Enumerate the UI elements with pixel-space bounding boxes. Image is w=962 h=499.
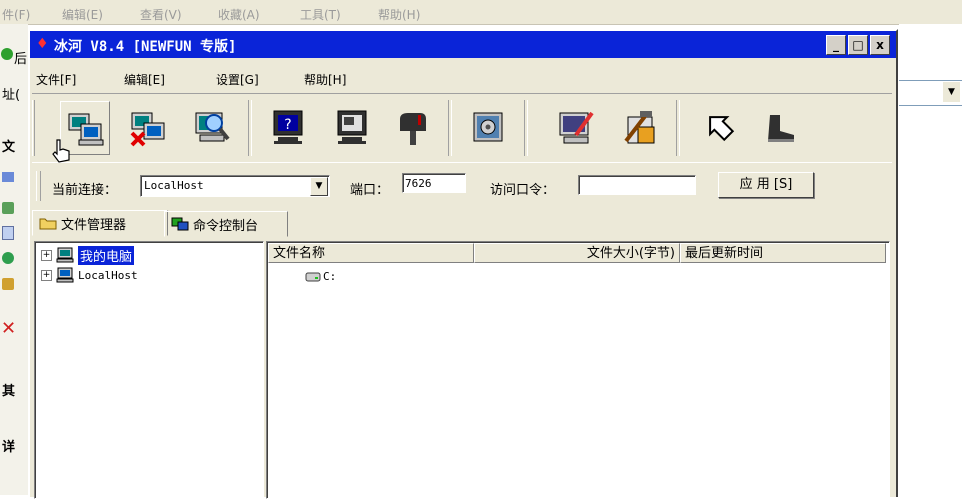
bg-fragment: 址( <box>2 88 21 103</box>
tab-command-console[interactable]: 命令控制台 <box>164 211 288 237</box>
exit-button[interactable] <box>756 101 804 153</box>
bg-delete-icon: ✕ <box>1 318 17 339</box>
port-label: 端口： <box>350 183 390 198</box>
bg-fragment: 其 <box>2 384 16 399</box>
menu-file[interactable]: 文件[F] <box>36 71 76 88</box>
toolbar-separator <box>676 100 680 156</box>
mailbox-button[interactable] <box>388 101 436 153</box>
current-connection-combo[interactable]: LocalHost ▼ <box>140 175 330 197</box>
current-connection-label: 当前连接： <box>52 183 118 198</box>
capture-screen-button[interactable]: ? <box>264 101 312 153</box>
current-connection-value: LocalHost <box>144 179 204 192</box>
delete-host-button[interactable] <box>124 101 172 153</box>
connection-bar: 当前连接： LocalHost ▼ 端口： 访问口令： 应 用 [S] <box>32 167 892 205</box>
configure-server-button[interactable] <box>616 101 664 153</box>
expand-icon[interactable]: + <box>41 269 52 281</box>
bg-fragment: 文 <box>2 140 16 155</box>
bg-menu-tools: 工具(T) <box>300 8 341 22</box>
tab-file-manager[interactable]: 文件管理器 <box>32 210 168 236</box>
back-button[interactable] <box>696 101 744 153</box>
bg-menu-file: 件(F) <box>2 8 31 22</box>
chevron-down-icon[interactable]: ▼ <box>943 82 960 102</box>
column-header-modified[interactable]: 最后更新时间 <box>680 243 886 263</box>
tree-node-label: 我的电脑 <box>78 245 135 265</box>
control-screen-icon <box>337 110 367 144</box>
expand-icon[interactable]: + <box>41 249 52 261</box>
host-tree: + 我的电脑 + LocalHost <box>34 241 264 499</box>
exit-boot-icon <box>768 115 794 142</box>
bg-task-icon <box>2 278 14 290</box>
tab-file-manager-label: 文件管理器 <box>61 217 127 233</box>
toolbar-separator <box>524 100 528 156</box>
menubar: 文件[F] 编辑[E] 设置[G] 帮助[H] <box>30 61 896 89</box>
password-input[interactable] <box>578 175 696 195</box>
main-window: ♦ 冰河 V8.4 [NEWFUN 专版] _ □ x 文件[F] 编辑[E] … <box>28 29 898 499</box>
computer-icon <box>56 247 74 263</box>
edit-file-button[interactable] <box>552 101 600 153</box>
toolbar-separator <box>248 100 252 156</box>
bg-back-icon <box>1 48 13 60</box>
bg-fragment: 详 <box>2 440 16 455</box>
toolbar: ? <box>32 93 892 163</box>
search-host-icon <box>195 112 230 142</box>
list-item-name: C: <box>323 270 337 283</box>
bg-task-icon <box>2 226 14 240</box>
toolbar-grip <box>32 100 35 156</box>
bg-menu-edit: 编辑(E) <box>62 8 103 22</box>
control-screen-button[interactable] <box>328 101 376 153</box>
tree-node-my-computer[interactable]: + 我的电脑 <box>41 245 135 265</box>
tab-strip: 文件管理器 命令控制台 <box>32 209 892 237</box>
system-settings-icon <box>473 112 503 142</box>
search-host-button[interactable] <box>188 101 236 153</box>
mailbox-icon <box>400 113 426 145</box>
file-list: 文件名称 文件大小(字节) 最后更新时间 C: <box>266 241 890 499</box>
bg-task-icon <box>2 202 14 214</box>
tree-node-localhost[interactable]: + LocalHost <box>41 266 138 284</box>
edit-file-icon <box>559 111 594 144</box>
folder-icon <box>39 218 57 230</box>
menu-help[interactable]: 帮助[H] <box>304 71 346 88</box>
bg-menu-view: 查看(V) <box>140 8 182 22</box>
configure-server-icon <box>624 111 655 144</box>
password-label: 访问口令： <box>490 183 556 198</box>
window-title: 冰河 V8.4 [NEWFUN 专版] <box>54 39 237 55</box>
port-input[interactable] <box>402 173 466 193</box>
system-settings-button[interactable] <box>464 101 512 153</box>
menu-settings[interactable]: 设置[G] <box>216 71 259 88</box>
delete-host-icon <box>130 112 165 147</box>
column-header-size[interactable]: 文件大小(字节) <box>474 243 680 263</box>
hand-cursor-icon <box>52 139 70 163</box>
console-icon <box>171 217 189 231</box>
apply-button[interactable]: 应 用 [S] <box>718 172 814 198</box>
close-button[interactable]: x <box>870 35 890 55</box>
app-icon: ♦ <box>36 36 49 52</box>
chevron-down-icon[interactable]: ▼ <box>310 177 328 196</box>
toolbar-separator <box>448 100 452 156</box>
tree-node-label: LocalHost <box>78 268 138 282</box>
computer-icon <box>56 267 74 283</box>
bg-task-icon <box>2 252 14 264</box>
svg-text:?: ? <box>284 117 291 133</box>
bg-menu-favorites: 收藏(A) <box>218 8 260 22</box>
background-menubar: 件(F) 编辑(E) 查看(V) 收藏(A) 工具(T) 帮助(H) <box>0 0 962 25</box>
back-arrow-icon <box>709 116 735 142</box>
bg-menu-help: 帮助(H) <box>378 8 421 22</box>
title-bar[interactable]: ♦ 冰河 V8.4 [NEWFUN 专版] _ □ x <box>30 31 896 58</box>
tab-command-console-label: 命令控制台 <box>193 218 259 234</box>
drive-icon <box>305 272 321 281</box>
menu-edit[interactable]: 编辑[E] <box>124 71 165 88</box>
list-item[interactable]: C: <box>305 270 336 283</box>
minimize-button[interactable]: _ <box>826 35 846 55</box>
background-left-strip: 后 址( 文 ✕ 其 详 <box>0 24 28 495</box>
capture-screen-icon: ? <box>273 110 303 144</box>
column-header-name[interactable]: 文件名称 <box>268 243 474 263</box>
bg-fragment: 后 <box>14 52 28 67</box>
maximize-button[interactable]: □ <box>848 35 868 55</box>
bg-task-icon <box>2 172 14 182</box>
